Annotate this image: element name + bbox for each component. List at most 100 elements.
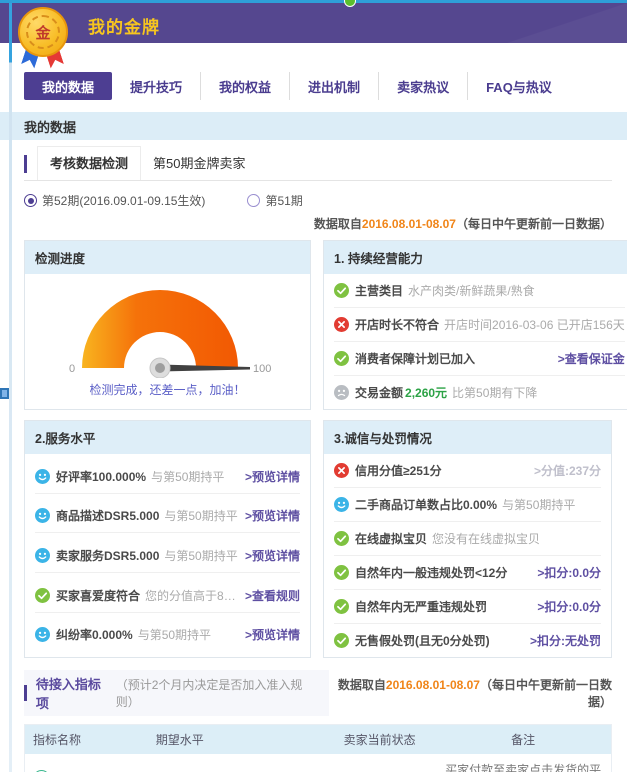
panels-row-2: 2.服务水平 好评率100.000%与第50期持平>预览详情商品描述DSR5.0… xyxy=(24,420,612,658)
check-circle-icon xyxy=(334,599,349,614)
item-detail: 与第50期持平 xyxy=(164,547,237,564)
item-title: 主营类目 xyxy=(355,282,403,299)
panel1-item-1: 开店时长不符合开店时间2016-03-06 已开店156天 xyxy=(334,308,625,342)
nav-tabs: 我的数据提升技巧我的权益进出机制卖家热议FAQ与热议 xyxy=(24,72,570,100)
gauge-dial: 0 100 xyxy=(60,284,276,378)
item-title: 开店时长不符合 xyxy=(355,316,439,333)
panel2-item-4: 纠纷率0.000% 与第50期持平 >预览详情 xyxy=(35,618,300,651)
gauge: 0 100 检测完成，还差一点，加油！ xyxy=(25,274,310,409)
period-label: 第52期(2016.09.01-09.15生效) xyxy=(42,192,205,209)
section-title: 我的数据 xyxy=(24,117,76,136)
panel1-item-3: 交易金额2,260元比第50期有下降 xyxy=(334,376,625,409)
check-circle-icon xyxy=(334,351,349,366)
panel2-item-1: 商品描述DSR5.000与第50期持平>预览详情 xyxy=(35,499,300,533)
check-circle-icon xyxy=(334,633,349,648)
panel3-title: 3.诚信与处罚情况 xyxy=(324,421,611,454)
item-title: 信用分值≥251分 xyxy=(355,462,442,479)
table-header-2: 卖家当前状态 xyxy=(324,725,436,755)
pending-section-header: 待接入指标项 （预计2个月内决定是否加入准入规则） 数据取自2016.08.01… xyxy=(24,670,612,716)
datasource-date: 2016.08.01-08.07 xyxy=(362,217,456,231)
item-detail: 与第50期持平 xyxy=(138,626,211,643)
item-link[interactable]: >分值:237分 xyxy=(528,462,601,479)
panel-business-capability: 1. 持续经营能力 主营类目水产肉类/新鲜蔬果/熟食开店时长不符合开店时间201… xyxy=(323,240,627,410)
nav-tab-5[interactable]: FAQ与热议 xyxy=(467,72,570,100)
panel3-item-4: 自然年内无严重违规处罚 >扣分:0.0分 xyxy=(334,590,601,624)
smiley-icon xyxy=(35,469,50,484)
period-radio-0[interactable]: 第52期(2016.09.01-09.15生效) xyxy=(24,192,205,209)
panel2-title: 2.服务水平 xyxy=(25,421,310,454)
item-link[interactable]: >扣分:无处罚 xyxy=(524,632,601,649)
item-detail: 水产肉类/新鲜蔬果/熟食 xyxy=(408,282,535,299)
item-title: 卖家服务DSR5.000 xyxy=(56,547,159,564)
table-header-0: 指标名称 xyxy=(25,725,148,755)
nav-tab-2[interactable]: 我的权益 xyxy=(200,72,289,100)
radio-icon[interactable] xyxy=(247,194,260,207)
nav-tab-1[interactable]: 提升技巧 xyxy=(112,72,200,100)
item-link[interactable]: >预览详情 xyxy=(239,547,300,564)
sad-face-icon xyxy=(334,385,349,400)
nav-tab-4[interactable]: 卖家热议 xyxy=(378,72,467,100)
item-title: 无售假处罚(且无0分处罚) xyxy=(355,632,490,649)
page-title: 我的金牌 xyxy=(88,13,160,38)
item-title: 自然年内无严重违规处罚 xyxy=(355,598,487,615)
gauge-max-label: 100 xyxy=(253,363,271,375)
nav-tab-0[interactable]: 我的数据 xyxy=(24,72,112,100)
item-title: 在线虚拟宝贝 xyxy=(355,530,427,547)
item-detail: 与第50期持平 xyxy=(502,496,575,513)
nav-tab-3[interactable]: 进出机制 xyxy=(289,72,378,100)
section-bar: 我的数据 xyxy=(0,112,627,140)
item-link[interactable]: >扣分:0.0分 xyxy=(531,564,601,581)
period-radio-1[interactable]: 第51期 xyxy=(247,192,302,209)
cross-circle-icon xyxy=(334,463,349,478)
subtab-row: 考核数据检测第50期金牌卖家 xyxy=(24,146,612,181)
panel-integrity-penalty: 3.诚信与处罚情况 信用分值≥251分 >分值:237分二手商品订单数占比0.00… xyxy=(323,420,612,658)
panel-service-level: 2.服务水平 好评率100.000%与第50期持平>预览详情商品描述DSR5.0… xyxy=(24,420,311,658)
panel3-item-5: 无售假处罚(且无0分处罚) >扣分:无处罚 xyxy=(334,624,601,657)
table-header-1: 期望水平 xyxy=(148,725,324,755)
item-link[interactable]: >预览详情 xyxy=(239,468,300,485)
item-detail: 您没有在线虚拟宝贝 xyxy=(432,530,540,547)
metric-remark: 买家付款至卖家点击发货的平均时长 xyxy=(435,754,611,772)
item-detail: 开店时间2016-03-06 已开店156天 xyxy=(444,316,625,333)
item-title: 买家喜爱度符合 xyxy=(56,587,140,604)
smiley-icon xyxy=(35,627,50,642)
app-header: 我的金牌 xyxy=(0,3,627,43)
table-header-3: 备注 xyxy=(435,725,611,755)
subtab-1[interactable]: 第50期金牌卖家 xyxy=(141,147,257,180)
period-radio-group: 第52期(2016.09.01-09.15生效) 第51期 xyxy=(24,192,612,209)
item-link[interactable]: >扣分:0.0分 xyxy=(531,598,601,615)
gold-medal-dashboard: 我的金牌 金 我的数据提升技巧我的权益进出机制卖家热议FAQ与热议 我的数据 考… xyxy=(0,0,627,772)
medal-char: 金 xyxy=(35,22,50,43)
subtab-0[interactable]: 考核数据检测 xyxy=(37,146,141,180)
smiley-icon xyxy=(35,508,50,523)
item-link[interactable]: >查看规则 xyxy=(239,587,300,604)
item-link[interactable]: >查看保证金 xyxy=(552,350,625,367)
check-circle-icon xyxy=(334,531,349,546)
datasource-line: 数据取自2016.08.01-08.07（每日中午更新前一日数据） xyxy=(24,215,612,232)
item-link[interactable]: >预览详情 xyxy=(239,626,300,643)
item-title: 纠纷率0.000% xyxy=(56,626,133,643)
item-title: 交易金额 xyxy=(355,384,403,401)
item-title: 二手商品订单数占比0.00% xyxy=(355,496,497,513)
docked-widget-handle[interactable] xyxy=(0,388,9,399)
radio-icon[interactable] xyxy=(24,194,37,207)
panel1-item-2: 消费者保障计划已加入>查看保证金 xyxy=(334,342,625,376)
cross-circle-icon xyxy=(334,317,349,332)
item-title: 好评率100.000% xyxy=(56,468,146,485)
item-detail: 与第50期持平 xyxy=(151,468,224,485)
panel3-item-0: 信用分值≥251分 >分值:237分 xyxy=(334,454,601,488)
panel1-item-0: 主营类目水产肉类/新鲜蔬果/熟食 xyxy=(334,274,625,308)
panel3-item-1: 二手商品订单数占比0.00% 与第50期持平 xyxy=(334,488,601,522)
gauge-caption: 检测完成，还差一点，加油！ xyxy=(89,381,245,398)
period-label: 第51期 xyxy=(265,192,302,209)
item-detail: 您的分值高于80分 xyxy=(145,587,239,604)
item-link[interactable]: >预览详情 xyxy=(239,507,300,524)
metric-current: 242.7小时 xyxy=(324,754,436,772)
pending-accent-bar xyxy=(24,685,27,701)
pending-datasource-line: 数据取自2016.08.01-08.07（每日中午更新前一日数据） xyxy=(329,676,612,710)
panel2-item-0: 好评率100.000% 与第50期持平 >预览详情 xyxy=(35,460,300,494)
subtab-accent-bar xyxy=(24,155,27,173)
datasource-suffix: （每日中午更新前一日数据） xyxy=(456,217,612,231)
pending-note: （预计2个月内决定是否加入准入规则） xyxy=(116,676,315,710)
gauge-panel: 检测进度 0 xyxy=(24,240,311,410)
